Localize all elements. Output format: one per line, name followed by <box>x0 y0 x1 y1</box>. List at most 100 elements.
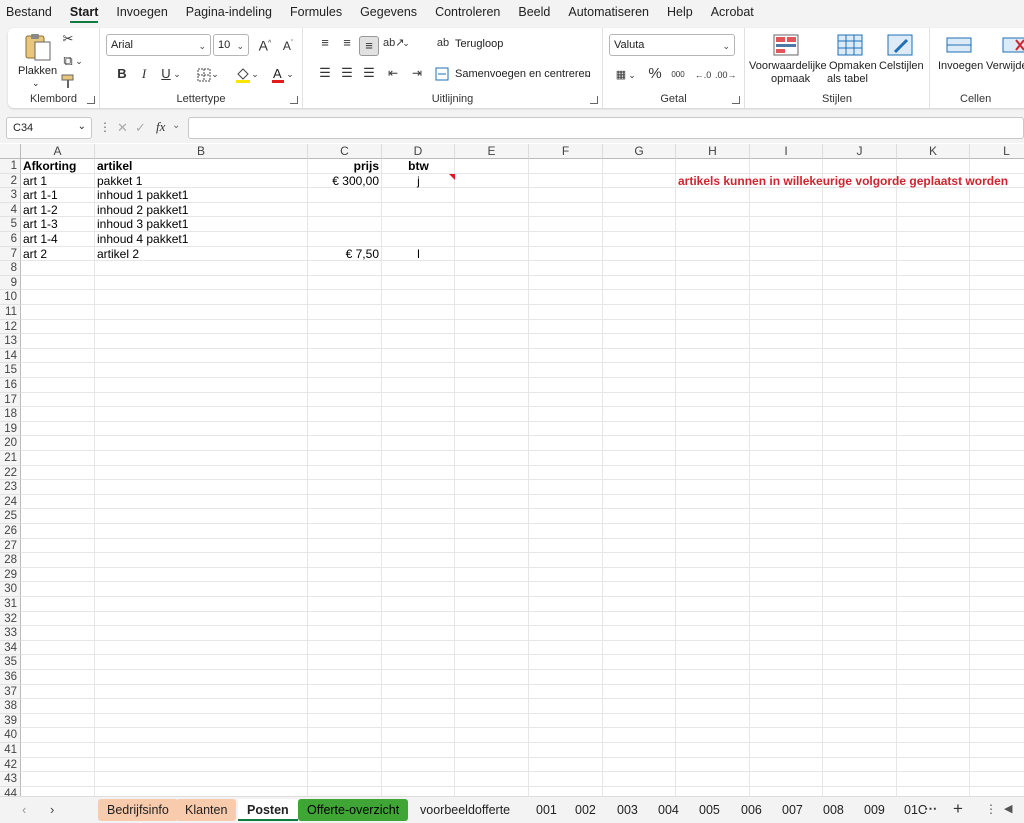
underline-dropdown-icon[interactable]: ⌄ <box>172 65 182 85</box>
row-header[interactable]: 12 <box>0 319 21 335</box>
conditional-formatting-label[interactable]: Voorwaardelijke <box>749 60 827 72</box>
cell-a2[interactable]: art 1 <box>23 174 47 189</box>
conditional-formatting-icon[interactable] <box>773 34 799 56</box>
fill-color-dropdown-icon[interactable]: ⌄ <box>250 65 260 85</box>
row-header[interactable]: 28 <box>0 553 21 568</box>
font-color-icon[interactable]: A <box>271 66 285 84</box>
paste-label[interactable]: Plakken <box>18 65 57 77</box>
sheet-tab-klanten[interactable]: Klanten <box>176 799 237 821</box>
menu-invoegen[interactable]: Invoegen <box>110 0 167 24</box>
cell-a7[interactable]: art 2 <box>23 247 47 262</box>
format-painter-icon[interactable] <box>60 74 76 90</box>
cell-d1[interactable]: btw <box>382 159 455 174</box>
formula-input[interactable] <box>188 117 1024 139</box>
align-left-icon[interactable]: ☰ <box>315 64 335 84</box>
number-launcher-icon[interactable] <box>732 96 740 104</box>
cell-c1[interactable]: prijs <box>308 159 379 174</box>
cell-b3[interactable]: inhoud 1 pakket1 <box>97 188 188 203</box>
increase-indent-icon[interactable]: ⇥ <box>407 64 427 84</box>
grow-font-icon[interactable]: A^ <box>255 35 275 55</box>
row-header[interactable]: 13 <box>0 334 21 349</box>
chevron-down-icon[interactable]: ⌄ <box>172 120 180 131</box>
orientation-dropdown-icon[interactable]: ⌄ <box>401 34 411 54</box>
row-header[interactable]: 43 <box>0 772 21 787</box>
sheet-tab-003[interactable]: 003 <box>608 799 647 821</box>
row-header[interactable]: 34 <box>0 640 21 656</box>
menu-formules[interactable]: Formules <box>284 0 342 24</box>
sheet-tab-bedrijfsinfo[interactable]: Bedrijfsinfo <box>98 799 178 821</box>
cancel-icon[interactable]: ✕ <box>117 120 128 136</box>
column-header-l[interactable]: L <box>970 144 1024 159</box>
select-all-corner[interactable] <box>0 144 21 159</box>
row-header[interactable]: 33 <box>0 626 21 641</box>
comment-indicator-icon[interactable] <box>449 174 455 180</box>
column-header-k[interactable]: K <box>897 144 970 159</box>
column-header-c[interactable]: C <box>308 144 382 159</box>
row-header[interactable]: 20 <box>0 436 21 451</box>
row-header[interactable]: 29 <box>0 567 21 583</box>
row-header[interactable]: 31 <box>0 597 21 612</box>
row-header[interactable]: 4 <box>0 202 21 218</box>
row-header[interactable]: 10 <box>0 290 21 305</box>
row-header[interactable]: 41 <box>0 743 21 758</box>
row-header[interactable]: 6 <box>0 232 21 247</box>
menu-controleren[interactable]: Controleren <box>429 0 500 24</box>
row-header[interactable]: 44 <box>0 786 21 796</box>
row-header[interactable]: 17 <box>0 392 21 408</box>
decrease-indent-icon[interactable]: ⇤ <box>383 64 403 84</box>
row-header[interactable]: 38 <box>0 699 21 714</box>
percent-button[interactable]: % <box>645 65 665 85</box>
align-top-icon[interactable]: ≡ <box>315 34 335 54</box>
delete-cells-icon[interactable] <box>1002 34 1024 56</box>
cell-a4[interactable]: art 1-2 <box>23 203 58 218</box>
wrap-text-icon[interactable]: ab <box>433 34 453 54</box>
cell-b7[interactable]: artikel 2 <box>97 247 139 262</box>
row-header[interactable]: 40 <box>0 728 21 743</box>
font-size-select[interactable]: 10 ⌄ <box>213 34 249 56</box>
menu-help[interactable]: Help <box>661 0 693 24</box>
thousands-button[interactable]: 000 <box>667 66 689 86</box>
scissors-icon[interactable]: ✂ <box>58 30 78 50</box>
more-tabs-icon[interactable]: ⋯ <box>924 801 937 817</box>
add-sheet-icon[interactable]: + <box>953 799 963 819</box>
row-header[interactable]: 37 <box>0 684 21 700</box>
sheet-tab-voorbeeldofferte[interactable]: voorbeeldofferte <box>411 799 519 821</box>
font-launcher-icon[interactable] <box>290 96 298 104</box>
cell-a1[interactable]: Afkorting <box>23 159 76 174</box>
conditional-formatting-label-2[interactable]: opmaak <box>771 73 810 85</box>
cell-a5[interactable]: art 1-3 <box>23 217 58 232</box>
cell-c2[interactable]: € 300,00 <box>308 174 379 189</box>
scroll-left-icon[interactable]: ◀ <box>1004 802 1012 815</box>
borders-dropdown-icon[interactable]: ⌄ <box>210 65 220 85</box>
row-header[interactable]: 3 <box>0 188 21 203</box>
fill-color-icon[interactable] <box>235 66 251 84</box>
cell-b1[interactable]: artikel <box>97 159 132 174</box>
row-header[interactable]: 22 <box>0 465 21 481</box>
shrink-font-icon[interactable]: Aˇ <box>278 35 298 55</box>
accounting-dropdown-icon[interactable]: ⌄ <box>627 66 637 86</box>
cell-b6[interactable]: inhoud 4 pakket1 <box>97 232 188 247</box>
cell-h2[interactable]: artikels kunnen in willekeurige volgorde… <box>678 174 1008 189</box>
sheet-tab-posten[interactable]: Posten <box>238 799 298 821</box>
column-header-a[interactable]: A <box>21 144 95 159</box>
row-header[interactable]: 35 <box>0 655 21 670</box>
row-header[interactable]: 36 <box>0 670 21 685</box>
orientation-icon[interactable]: ab↗ <box>383 34 404 54</box>
sheet-tab-008[interactable]: 008 <box>814 799 853 821</box>
row-header[interactable]: 11 <box>0 305 21 320</box>
row-header[interactable]: 5 <box>0 217 21 232</box>
row-header[interactable]: 24 <box>0 494 21 510</box>
row-header[interactable]: 32 <box>0 611 21 627</box>
merge-dropdown-icon[interactable]: ⌄ <box>583 65 593 85</box>
font-color-dropdown-icon[interactable]: ⌄ <box>285 65 295 85</box>
menu-bestand[interactable]: Bestand <box>0 0 52 24</box>
column-header-b[interactable]: B <box>95 144 308 159</box>
row-header[interactable]: 14 <box>0 348 21 364</box>
sheet-tab-001[interactable]: 001 <box>527 799 566 821</box>
spreadsheet-grid[interactable]: ABCDEFGHIJKL 1 2 3 4 5 6 7 8 9 10 11 12 13 14 15 16 17 18… <box>0 144 1024 796</box>
name-box[interactable]: C34 ⌄ <box>6 117 92 139</box>
column-header-h[interactable]: H <box>676 144 750 159</box>
sheet-tab-006[interactable]: 006 <box>732 799 771 821</box>
sheet-tab-005[interactable]: 005 <box>690 799 729 821</box>
merge-center-button[interactable]: Samenvoegen en centreren <box>455 68 591 80</box>
